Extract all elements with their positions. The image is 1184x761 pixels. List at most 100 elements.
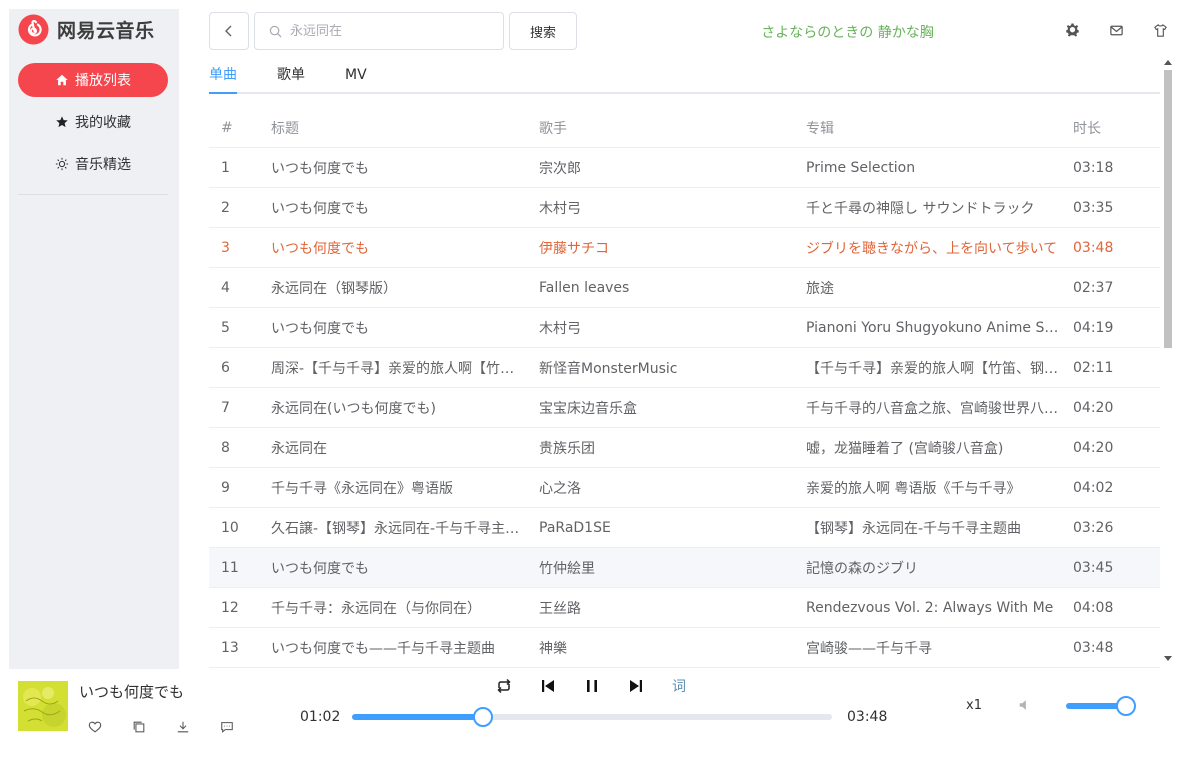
lyric-toggle-button[interactable]: 词 <box>672 676 686 696</box>
playback-speed[interactable]: x1 <box>966 698 982 713</box>
row-album[interactable]: 千与千寻的八音盒之旅、宫崎骏世界八音盒 <box>806 398 1073 418</box>
table-row[interactable]: 4 永远同在（钢琴版） Fallen leaves 旅途 02:37 <box>209 268 1160 308</box>
album-art-image <box>18 681 68 731</box>
row-album[interactable]: 記憶の森のジブリ <box>806 558 1073 578</box>
row-artist[interactable]: 神樂 <box>539 638 806 658</box>
row-artist[interactable]: 木村弓 <box>539 318 806 338</box>
row-artist[interactable]: 心之洛 <box>539 478 806 498</box>
volume-handle[interactable] <box>1116 696 1136 716</box>
row-artist[interactable]: 宝宝床边音乐盒 <box>539 398 806 418</box>
row-title: 千与千寻：永远同在（与你同在） <box>271 600 481 617</box>
now-playing-title: いつも何度でも <box>79 683 185 701</box>
copy-icon[interactable] <box>131 719 147 735</box>
progress-handle[interactable] <box>472 707 493 727</box>
table-row[interactable]: 11 いつも何度でも 竹仲絵里 記憶の森のジブリ 03:45 <box>209 548 1160 588</box>
row-title: いつも何度でも <box>271 160 369 177</box>
row-artist[interactable]: 伊藤サチコ <box>539 238 806 258</box>
tab-single[interactable]: 单曲 <box>209 66 237 92</box>
sidebar-item-featured[interactable]: 音乐精选 <box>18 147 168 181</box>
table-row[interactable]: 5 いつも何度でも 木村弓 Pianoni Yoru Shugyokuno Anime… <box>209 308 1160 348</box>
row-album[interactable]: 宫崎骏——千与千寻 <box>806 638 1073 658</box>
netease-music-logo-icon <box>18 13 49 45</box>
progress-fill <box>352 714 483 720</box>
volume-icon[interactable] <box>1018 697 1034 713</box>
download-icon[interactable] <box>175 719 191 735</box>
row-artist[interactable]: Fallen leaves <box>539 280 806 296</box>
volume-slider[interactable] <box>1066 696 1136 716</box>
settings-icon[interactable] <box>1064 22 1080 38</box>
row-duration: 03:45 <box>1073 559 1114 576</box>
table-row[interactable]: 8 永远同在 贵族乐团 嘘，龙猫睡着了 (宫崎骏八音盒) 04:20 <box>209 428 1160 468</box>
row-index: 13 <box>221 639 239 656</box>
table-row[interactable]: 13 いつも何度でも——千与千寻主题曲 神樂 宫崎骏——千与千寻 03:48 <box>209 628 1160 668</box>
row-album[interactable]: 旅途 <box>806 278 1073 298</box>
back-button[interactable] <box>209 12 249 50</box>
scroll-down-arrow-icon[interactable] <box>1163 655 1173 663</box>
row-album[interactable]: 千と千尋の神隠し サウンドトラック <box>806 198 1073 218</box>
scrollbar-thumb[interactable] <box>1164 70 1172 348</box>
sidebar-item-playlist[interactable]: 播放列表 <box>18 63 168 97</box>
table-row[interactable]: 3 いつも何度でも 伊藤サチコ ジブリを聴きながら、上を向いて歩いて 03:48 <box>209 228 1160 268</box>
search-button[interactable]: 搜索 <box>509 12 577 50</box>
progress-bar[interactable] <box>352 707 832 727</box>
next-icon[interactable] <box>626 676 646 696</box>
row-artist[interactable]: PaRaD1SE <box>539 520 806 536</box>
row-duration: 04:20 <box>1073 439 1114 456</box>
row-artist[interactable]: 竹仲絵里 <box>539 558 806 578</box>
column-header-album: 专辑 <box>806 120 834 137</box>
shirt-icon[interactable] <box>1152 22 1168 38</box>
table-row[interactable]: 6 周深-【千与千寻】亲爱的旅人啊【竹笛、钢琴】新怪音MonsterMusic【千… <box>209 348 1160 388</box>
row-artist[interactable]: 宗次郎 <box>539 158 806 178</box>
row-title: 永远同在(いつも何度でも) <box>271 400 436 417</box>
row-album[interactable]: 【钢琴】永远同在-千与千寻主题曲 <box>806 518 1073 538</box>
row-artist[interactable]: 王丝路 <box>539 598 806 618</box>
app-logo[interactable]: 网易云音乐 <box>18 13 155 45</box>
row-title: いつも何度でも <box>271 200 369 217</box>
scroll-up-arrow-icon[interactable] <box>1163 58 1173 66</box>
table-row[interactable]: 10 久石譲-【钢琴】永远同在-千与千寻主题曲 PaRaD1SE 【钢琴】永远同在-千… <box>209 508 1160 548</box>
sidebar-item-label: 我的收藏 <box>75 115 131 131</box>
tab-mv[interactable]: MV <box>345 66 367 92</box>
row-duration: 02:11 <box>1073 359 1114 376</box>
table-row[interactable]: 1 いつも何度でも 宗次郎 Prime Selection 03:18 <box>209 148 1160 188</box>
star-icon <box>55 115 69 129</box>
row-album[interactable]: 亲爱的旅人啊 粤语版《千与千寻》 <box>806 478 1073 498</box>
row-index: 10 <box>221 519 239 536</box>
row-album[interactable]: 【千与千寻】亲爱的旅人啊【竹笛、钢琴】 <box>806 358 1073 378</box>
tab-playlist[interactable]: 歌单 <box>277 66 305 92</box>
table-row[interactable]: 2 いつも何度でも 木村弓 千と千尋の神隠し サウンドトラック 03:35 <box>209 188 1160 228</box>
row-album[interactable]: Rendezvous Vol. 2: Always With Me <box>806 600 1073 616</box>
mail-icon[interactable] <box>1108 22 1124 38</box>
row-album[interactable]: 嘘，龙猫睡着了 (宫崎骏八音盒) <box>806 438 1073 458</box>
row-artist[interactable]: 贵族乐团 <box>539 438 806 458</box>
row-album[interactable]: Pianoni Yoru Shugyokuno Anime Song <box>806 320 1073 336</box>
album-cover[interactable] <box>18 681 68 731</box>
table-header: # 标题 歌手 专辑 时长 <box>209 108 1160 148</box>
comment-icon[interactable] <box>219 719 235 735</box>
row-index: 11 <box>221 559 239 576</box>
table-row[interactable]: 7 永远同在(いつも何度でも) 宝宝床边音乐盒 千与千寻的八音盒之旅、宫崎骏世界八音盒… <box>209 388 1160 428</box>
heart-icon[interactable] <box>87 719 103 735</box>
row-artist[interactable]: 木村弓 <box>539 198 806 218</box>
loop-icon[interactable] <box>494 676 514 696</box>
column-header-duration: 时长 <box>1073 120 1101 137</box>
column-header-index: # <box>221 119 233 136</box>
previous-icon[interactable] <box>538 676 558 696</box>
row-artist[interactable]: 新怪音MonsterMusic <box>539 358 806 378</box>
total-time: 03:48 <box>847 709 888 725</box>
chevron-left-icon <box>225 25 232 37</box>
table-row[interactable]: 9 千与千寻《永远同在》粤语版 心之洛 亲爱的旅人啊 粤语版《千与千寻》 04:02 <box>209 468 1160 508</box>
pause-icon[interactable] <box>582 676 602 696</box>
row-album[interactable]: ジブリを聴きながら、上を向いて歩いて <box>806 238 1073 258</box>
search-box[interactable] <box>254 12 504 50</box>
row-index: 2 <box>221 199 230 216</box>
table-row[interactable]: 12 千与千寻：永远同在（与你同在） 王丝路 Rendezvous Vol. 2: A… <box>209 588 1160 628</box>
sidebar-item-favorites[interactable]: 我的收藏 <box>18 105 168 139</box>
search-input[interactable] <box>290 23 490 39</box>
row-title: 千与千寻《永远同在》粤语版 <box>271 480 453 497</box>
row-index: 9 <box>221 479 230 496</box>
row-album[interactable]: Prime Selection <box>806 160 1073 176</box>
row-title: 永远同在 <box>271 440 327 457</box>
row-title: 永远同在（钢琴版） <box>271 280 397 297</box>
row-title: いつも何度でも <box>271 240 369 257</box>
